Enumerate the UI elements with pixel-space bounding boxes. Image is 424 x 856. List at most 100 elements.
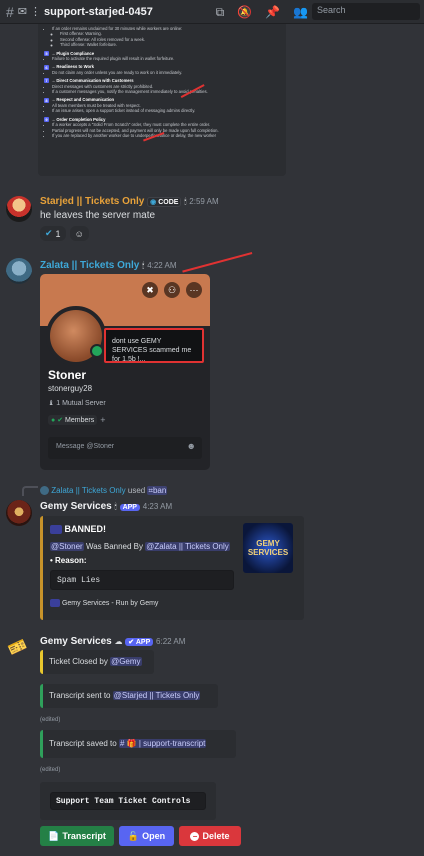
controls-title: Support Team Ticket Controls [50,792,206,810]
edited-label: (edited) [40,767,61,773]
timestamp: 4:22 AM [147,261,177,270]
reason-label: • Reason: [50,556,87,565]
banner-mention[interactable]: @Zalata || Tickets Only [145,542,230,551]
hash-icon: # [119,739,125,748]
transcript-button[interactable]: 📄 Transcript [40,826,114,846]
transcript-saved-embed: Transcript saved to # 🎁 | support-transc… [40,730,236,758]
more-icon[interactable]: ⋯ [186,282,202,298]
closed-text: Ticket Closed by @Gemy [49,657,142,666]
target-mention[interactable]: @Stoner [50,542,84,551]
closed-by-mention[interactable]: @Gemy [110,657,142,666]
transcript-sent-text: Transcript sent to @Starjed || Tickets O… [49,691,201,700]
message-header: Zalata || Tickets Only 🕯 4:22 AM [40,260,177,271]
embed-accent-bar [40,684,43,708]
edited-label: (edited) [40,717,61,723]
red-arrow-annotation [182,252,253,273]
embed-thumbnail[interactable]: GEMY SERVICES [243,523,293,573]
online-status-icon [90,344,104,358]
pin-icon[interactable]: 📌 [265,5,280,20]
profile-username: stonerguy28 [48,384,93,393]
ban-text: @Stoner Was Banned By @Zalata || Tickets… [50,542,230,551]
message-user-input[interactable]: Message @Stoner ☻ [48,437,202,459]
mail-icon: ✉ [17,6,28,18]
candle-icon: 🕯 [184,197,187,206]
gift-icon: 🎁 [126,739,137,748]
reaction[interactable]: ✔ 1 [40,226,66,241]
reactions: ✔ 1 ☺ [40,226,89,241]
profile-display-name: Stoner [48,368,87,382]
message-text: he leaves the server mate [40,210,156,221]
avatar[interactable] [6,258,32,284]
footer-logo-icon [50,599,60,607]
ticket-icon: 🎫 [5,635,30,660]
username[interactable]: Zalata || Tickets Only [40,260,139,271]
app-badge: ✔ APP [125,638,154,646]
ban-embed: BANNED! @Stoner Was Banned By @Zalata ||… [40,516,304,620]
command-mention[interactable]: ⌗ban [147,486,168,495]
minus-icon: − [190,831,200,841]
check-icon: ✔ [57,417,64,424]
embed-title: BANNED! [50,524,106,535]
close-icon[interactable]: ✖ [142,282,158,298]
app-badge: APP [119,504,140,511]
embed-accent-bar [40,516,43,620]
role-pill: ● ✔ Members [48,415,98,425]
mutual-servers[interactable]: ♝ 1 Mutual Server [48,399,106,407]
timestamp: 2:59 AM [189,197,219,206]
username[interactable]: Gemy Services [40,636,112,647]
rules-line: If you are replaced by another worker du… [52,133,280,138]
rules-line: If a customer messages you, notify the m… [52,89,280,94]
avatar[interactable] [6,196,32,222]
hash-icon: # [6,3,14,20]
cloud-icon: ☁ [114,637,123,646]
small-avatar [40,486,49,496]
rules-line: Do not claim any order unless you are re… [52,70,280,75]
threads-icon[interactable]: ⧉ [216,5,225,20]
controls-embed: Support Team Ticket Controls [40,782,216,820]
delete-button[interactable]: − Delete [179,826,241,846]
reply-username[interactable]: Zalata || Tickets Only [51,486,125,495]
check-icon: ✔ [45,228,53,238]
custom-status-bubble: dont use GEMY SERVICES scammed me for 1.… [104,328,204,363]
transcript-saved-text: Transcript saved to # 🎁 | support-transc… [49,739,207,748]
add-friend-icon[interactable]: ⚇ [164,282,180,298]
username[interactable]: Starjed || Tickets Only [40,196,144,207]
separator-icon: ⋮ [30,6,42,18]
mute-icon[interactable]: 🔕 [237,5,252,20]
emoji-icon: ☺ [74,228,84,239]
embed-accent-bar [40,730,43,758]
embed-accent-bar [40,650,43,674]
candle-icon: 🕯 [114,502,117,511]
username[interactable]: Gemy Services [40,501,112,512]
reason-codeblock: Spam Lies [50,570,234,590]
embed-footer: Gemy Services - Run by Gemy [50,599,158,607]
add-reaction-button[interactable]: ☺ [69,226,89,241]
add-role-icon[interactable]: + [100,415,105,425]
members-icon[interactable]: 👥 [293,5,308,20]
command-reply: Zalata || Tickets Only used ⌗ban [40,486,168,496]
code-tag-icon: ◉ [150,199,157,206]
rules-image[interactable]: If an order remains unclaimed for 30 min… [38,24,286,176]
channel-name: support-starjed-0457 [44,5,153,18]
emoji-icon[interactable]: ☻ [187,441,196,451]
message-header: Gemy Services 🕯 APP 4:23 AM [40,501,172,512]
reply-spine [22,486,38,496]
sent-to-mention[interactable]: @Starjed || Tickets Only [112,691,201,700]
transcript-sent-embed: Transcript sent to @Starjed || Tickets O… [40,684,218,708]
server-icon: ♝ [48,400,55,407]
reply-used-text: used [127,486,146,495]
avatar[interactable] [6,500,32,526]
open-button[interactable]: 🔓 Open [119,826,174,846]
timestamp: 4:23 AM [142,502,173,511]
channel-mention[interactable]: # 🎁 | support-transcript [118,739,207,748]
closed-embed: Ticket Closed by @Gemy [40,650,154,674]
search-input[interactable]: Search [312,3,420,20]
profile-popout: ✖ ⚇ ⋯ dont use GEMY SERVICES scammed me … [40,274,210,470]
candle-icon: 🕯 [142,261,145,270]
message-header: Starjed || Tickets Only ◉ CODE 🕯 2:59 AM [40,196,219,207]
role-dot-icon: ● [51,417,56,424]
timestamp: 6:22 AM [156,637,186,646]
guild-tag: ◉ CODE [147,197,182,207]
gemy-logo-icon [50,525,62,535]
channel-header: # ✉ ⋮ support-starjed-0457 ⧉ 🔕 📌 👥 Searc… [0,0,424,24]
